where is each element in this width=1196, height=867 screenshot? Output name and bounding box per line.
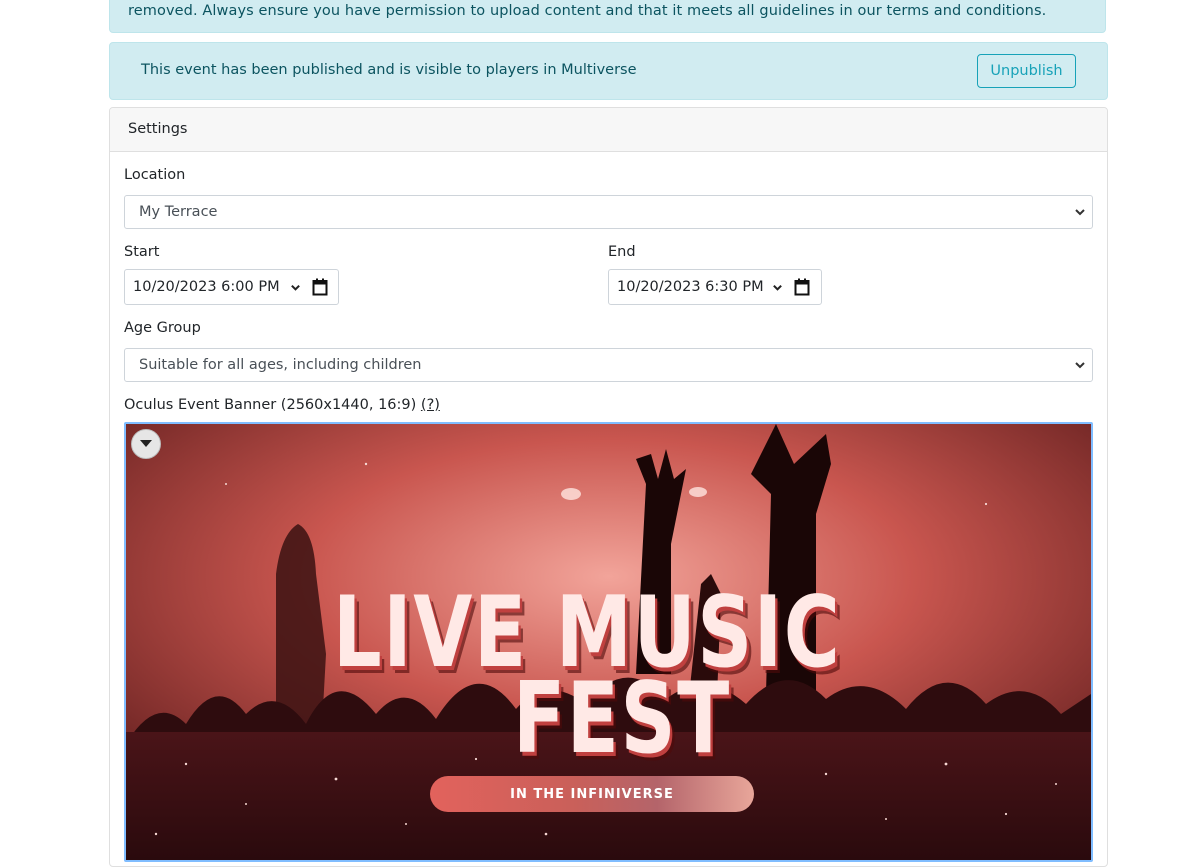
unpublish-button[interactable]: Unpublish (977, 54, 1076, 88)
calendar-icon[interactable] (794, 278, 810, 296)
end-value: 10/20/2023 6:30 PM (617, 279, 764, 295)
banner-label: Oculus Event Banner (2560x1440, 16:9) (?… (124, 397, 440, 413)
ampm-chevron-icon[interactable] (290, 282, 301, 293)
ampm-chevron-icon[interactable] (772, 282, 783, 293)
start-datetime-input[interactable]: 10/20/2023 6:00 PM (124, 269, 339, 305)
upload-guidelines-alert: removed. Always ensure you have permissi… (109, 0, 1106, 33)
start-value: 10/20/2023 6:00 PM (133, 279, 280, 295)
chevron-down-icon (1075, 209, 1085, 216)
location-label: Location (124, 167, 186, 183)
calendar-icon[interactable] (312, 278, 328, 296)
banner-label-text: Oculus Event Banner (2560x1440, 16:9) (124, 397, 417, 413)
caret-down-icon (140, 440, 152, 447)
age-group-label: Age Group (124, 320, 201, 336)
published-alert: This event has been published and is vis… (109, 42, 1108, 100)
banner-options-button[interactable] (131, 429, 161, 459)
end-datetime-input[interactable]: 10/20/2023 6:30 PM (608, 269, 822, 305)
settings-header: Settings (110, 108, 1107, 152)
start-label: Start (124, 244, 160, 260)
event-banner-image[interactable]: LIVE MUSIC FEST IN THE INFINIVERSE (124, 422, 1093, 862)
location-value: My Terrace (139, 204, 218, 220)
age-group-value: Suitable for all ages, including childre… (139, 357, 422, 373)
location-select[interactable]: My Terrace (124, 195, 1093, 229)
age-group-select[interactable]: Suitable for all ages, including childre… (124, 348, 1093, 382)
published-message: This event has been published and is vis… (141, 62, 637, 78)
banner-help-link[interactable]: (?) (421, 397, 440, 413)
banner-tagline: IN THE INFINIVERSE (430, 776, 754, 812)
settings-title: Settings (128, 121, 188, 137)
upload-guidelines-text: removed. Always ensure you have permissi… (128, 3, 1047, 19)
banner-headline-line2: FEST (513, 662, 731, 776)
chevron-down-icon (1075, 362, 1085, 369)
end-label: End (608, 244, 636, 260)
